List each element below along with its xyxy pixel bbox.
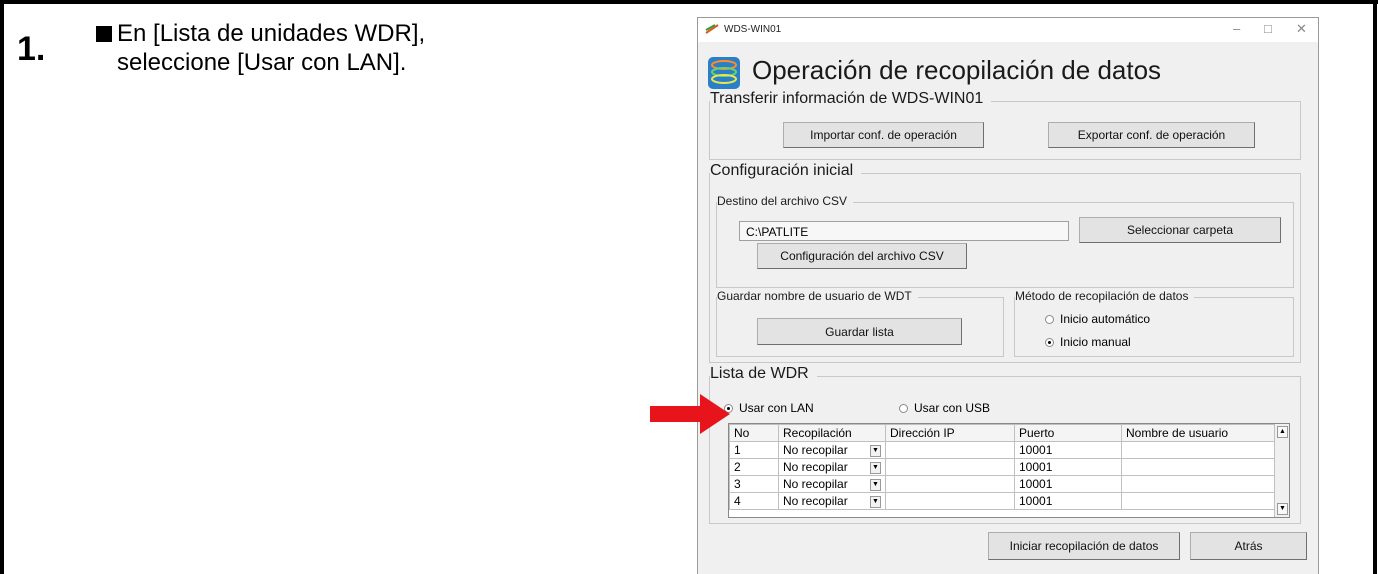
column-header-no[interactable]: No [729,424,779,442]
table-row: 4 ▼ No recopilar 10001 [729,492,1279,510]
column-header-username[interactable]: Nombre de usuario [1121,424,1279,442]
wdr-list-legend: Lista de WDR [710,365,817,383]
manual-start-label: Inicio manual [1060,335,1131,349]
maximize-button[interactable]: □ [1264,21,1272,36]
row-user-cell[interactable] [1121,458,1279,476]
row-no: 2 [729,458,779,476]
title-bar: WDS-WIN01 – □ ✕ [698,18,1318,42]
start-collection-button[interactable]: Iniciar recopilación de datos [988,532,1180,560]
radio-unselected-icon [899,403,908,413]
scroll-up-icon[interactable]: ▲ [1277,426,1288,438]
row-collection-select[interactable]: ▼ No recopilar [778,458,886,476]
use-lan-radio[interactable]: Usar con LAN [724,401,814,415]
row-collection-value: No recopilar [783,494,848,508]
csv-destination-group: Destino del archivo CSV C:\PATLITE Selec… [716,194,1294,288]
row-no: 4 [729,492,779,510]
app-window: WDS-WIN01 – □ ✕ Operación de recopilació… [697,17,1319,574]
step-number: 1. [17,30,46,68]
table-header-row: No Recopilación Dirección IP Puerto Nomb… [729,424,1279,442]
csv-path-field[interactable]: C:\PATLITE [739,221,1069,241]
csv-config-button[interactable]: Configuración del archivo CSV [757,243,967,269]
row-collection-select[interactable]: ▼ No recopilar [778,492,886,510]
save-wdt-user-group: Guardar nombre de usuario de WDT Guardar… [716,289,1004,357]
column-header-ip[interactable]: Dirección IP [885,424,1015,442]
transfer-legend: Transferir información de WDS-WIN01 [710,90,992,108]
app-logo-icon [705,24,719,34]
close-button[interactable]: ✕ [1296,21,1307,37]
instruction-line-2: seleccione [Usar con LAN]. [117,49,407,76]
row-collection-value: No recopilar [783,477,848,491]
row-ip-cell[interactable] [885,492,1015,510]
select-folder-button[interactable]: Seleccionar carpeta [1079,217,1281,243]
data-collection-icon [708,57,740,89]
row-port-cell[interactable]: 10001 [1014,458,1122,476]
collection-method-legend: Método de recopilación de datos [1015,289,1195,303]
row-collection-select[interactable]: ▼ No recopilar [778,441,886,459]
row-ip-cell[interactable] [885,458,1015,476]
table-row: 3 ▼ No recopilar 10001 [729,475,1279,493]
table-row: 1 ▼ No recopilar 10001 [729,441,1279,459]
radio-selected-icon [1045,337,1054,347]
frame-left-border [0,0,4,574]
instruction-line-1: En [Lista de unidades WDR], [117,20,426,47]
csv-destination-legend: Destino del archivo CSV [717,194,854,208]
row-ip-cell[interactable] [885,475,1015,493]
transfer-group: Transferir información de WDS-WIN01 Impo… [709,90,1301,160]
row-ip-cell[interactable] [885,441,1015,459]
row-user-cell[interactable] [1121,441,1279,459]
auto-start-radio[interactable]: Inicio automático [1045,312,1150,326]
chevron-down-icon[interactable]: ▼ [870,496,881,508]
wdr-table: No Recopilación Dirección IP Puerto Nomb… [728,423,1290,518]
frame-right-border [1373,0,1377,574]
use-lan-label: Usar con LAN [739,401,814,415]
row-port-cell[interactable]: 10001 [1014,492,1122,510]
back-button[interactable]: Atrás [1190,532,1307,560]
manual-start-radio[interactable]: Inicio manual [1045,335,1131,349]
import-config-button[interactable]: Importar conf. de operación [783,122,984,148]
window-header-title: Operación de recopilación de datos [752,55,1162,85]
row-collection-value: No recopilar [783,443,848,457]
row-collection-value: No recopilar [783,460,848,474]
row-port-cell[interactable]: 10001 [1014,475,1122,493]
row-user-cell[interactable] [1121,492,1279,510]
column-header-collection[interactable]: Recopilación [778,424,886,442]
step-instruction: En [Lista de unidades WDR], seleccione [… [117,19,425,77]
chevron-down-icon[interactable]: ▼ [870,462,881,474]
red-arrow-icon [650,394,730,434]
auto-start-label: Inicio automático [1060,312,1151,326]
initial-config-group: Configuración inicial Destino del archiv… [709,162,1301,363]
window-title: WDS-WIN01 [724,24,782,35]
row-no: 1 [729,441,779,459]
minimize-button[interactable]: – [1233,21,1240,36]
frame-top-border [0,0,1378,4]
bullet-square-icon [96,26,112,42]
row-collection-select[interactable]: ▼ No recopilar [778,475,886,493]
use-usb-label: Usar con USB [914,401,991,415]
chevron-down-icon[interactable]: ▼ [870,479,881,491]
table-row: 2 ▼ No recopilar 10001 [729,458,1279,476]
row-port-cell[interactable]: 10001 [1014,441,1122,459]
save-list-button[interactable]: Guardar lista [757,318,962,345]
scroll-down-icon[interactable]: ▼ [1277,503,1288,515]
save-wdt-user-legend: Guardar nombre de usuario de WDT [717,289,918,303]
use-usb-radio[interactable]: Usar con USB [899,401,990,415]
table-scrollbar[interactable]: ▲ ▼ [1274,424,1289,517]
row-user-cell[interactable] [1121,475,1279,493]
row-no: 3 [729,475,779,493]
export-config-button[interactable]: Exportar conf. de operación [1048,122,1255,148]
initial-config-legend: Configuración inicial [710,162,862,180]
radio-unselected-icon [1045,314,1054,324]
chevron-down-icon[interactable]: ▼ [870,445,881,457]
collection-method-group: Método de recopilación de datos Inicio a… [1014,289,1294,357]
column-header-port[interactable]: Puerto [1014,424,1122,442]
